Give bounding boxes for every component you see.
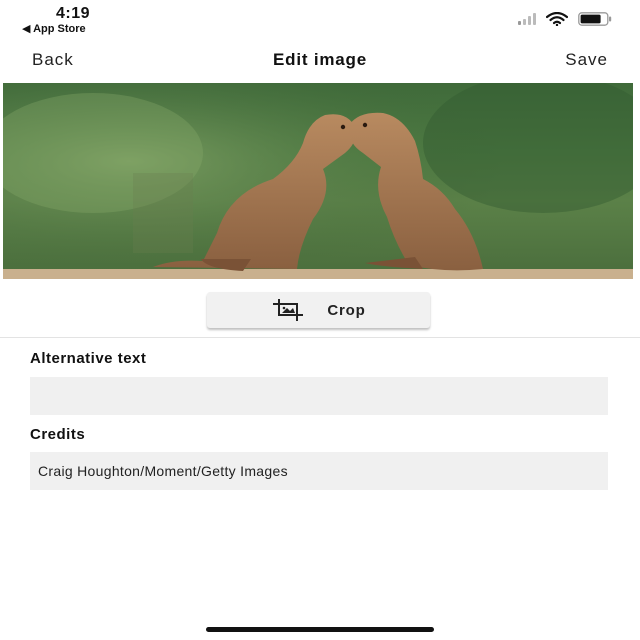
status-bar: 4:19 ◀ App Store bbox=[0, 0, 640, 40]
wifi-icon bbox=[546, 12, 568, 26]
save-button[interactable]: Save bbox=[565, 50, 608, 70]
back-button[interactable]: Back bbox=[32, 50, 74, 70]
alt-text-label: Alternative text bbox=[30, 350, 147, 367]
crop-icon bbox=[273, 299, 304, 321]
home-indicator[interactable] bbox=[206, 627, 434, 632]
crop-button[interactable]: Crop bbox=[207, 292, 430, 328]
back-to-app-link[interactable]: ◀ App Store bbox=[22, 22, 86, 35]
image-preview bbox=[3, 83, 633, 279]
crop-section: Crop bbox=[0, 280, 640, 338]
crop-label: Crop bbox=[327, 301, 366, 319]
signal-icon bbox=[518, 13, 536, 25]
credits-label: Credits bbox=[30, 426, 86, 443]
status-time: 4:19 bbox=[56, 5, 91, 22]
page-title: Edit image bbox=[273, 50, 367, 69]
status-icons bbox=[518, 12, 612, 26]
prairie-dogs-photo bbox=[3, 83, 633, 279]
nav-bar: Back Edit image Save bbox=[0, 42, 640, 80]
credits-input[interactable] bbox=[30, 452, 608, 490]
battery-icon bbox=[578, 12, 612, 26]
alt-text-input[interactable] bbox=[30, 377, 608, 415]
